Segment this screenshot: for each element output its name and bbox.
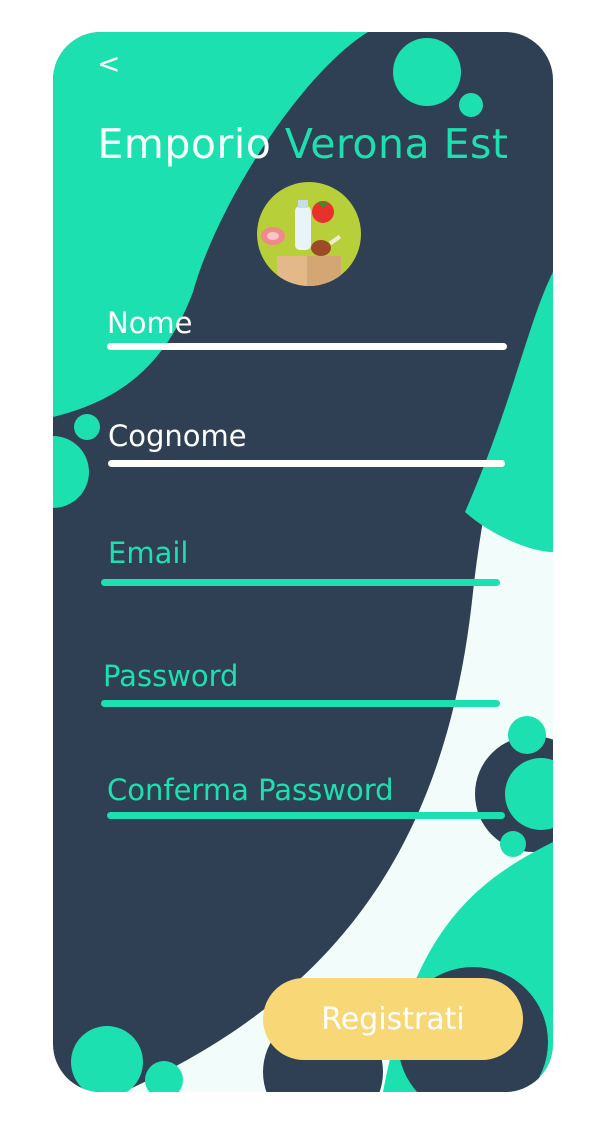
phone-screen: < Emporio Verona Est Nome Cognome Email …: [53, 32, 553, 1092]
confirm-password-field[interactable]: Conferma Password: [107, 772, 505, 819]
nome-field[interactable]: Nome: [107, 305, 507, 350]
title-part-1: Emporio: [97, 120, 272, 168]
back-button[interactable]: <: [97, 46, 127, 82]
page-title: Emporio Verona Est: [53, 120, 553, 168]
email-field[interactable]: Email: [101, 535, 500, 586]
password-field[interactable]: Password: [101, 658, 500, 707]
title-part-2: Verona Est: [284, 120, 509, 168]
register-button[interactable]: Registrati: [263, 978, 523, 1060]
grocery-bag-logo-icon: [257, 182, 361, 286]
cognome-field[interactable]: Cognome: [108, 418, 505, 467]
